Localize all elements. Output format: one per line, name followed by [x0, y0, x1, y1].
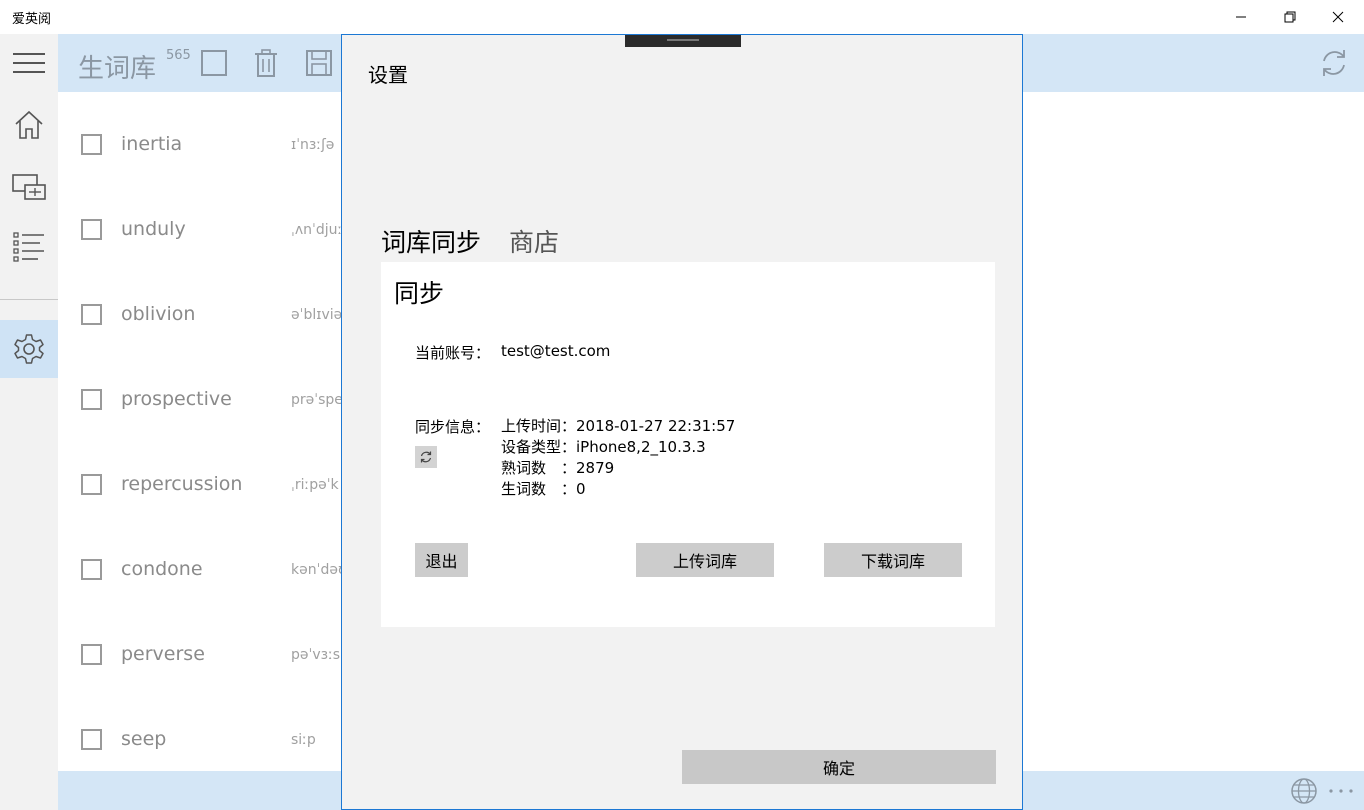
word-row[interactable]: oblivion əˈblɪviə — [58, 262, 348, 347]
minimize-icon — [1236, 16, 1246, 18]
sync-icon — [1323, 50, 1345, 76]
page-title: 生词库 — [78, 54, 157, 84]
title-bar: 爱英阅 — [0, 0, 1364, 34]
globe-icon — [1291, 778, 1317, 804]
word-text: condone — [121, 558, 203, 580]
word-checkbox[interactable] — [81, 559, 102, 580]
sync-info: 上传时间：2018-01-27 22:31:57 设备类型：iPhone8,2_… — [501, 416, 735, 500]
word-row[interactable]: unduly ˌʌnˈdjuː — [58, 177, 348, 262]
drag-handle[interactable] — [625, 35, 741, 47]
list-icon — [13, 232, 44, 262]
minimize-button[interactable] — [1217, 0, 1265, 34]
more-icon — [1329, 789, 1353, 793]
account-label: 当前账号： — [415, 344, 491, 362]
ok-button[interactable]: 确定 — [682, 750, 996, 784]
settings-dialog: 设置 词库同步 商店 同步 当前账号： test@test.com 同步信息： … — [341, 34, 1023, 810]
upload-time: 上传时间：2018-01-27 22:31:57 — [501, 417, 736, 435]
word-text: oblivion — [121, 303, 196, 325]
word-phonetic: kənˈdəʊ — [291, 562, 347, 578]
word-checkbox[interactable] — [81, 219, 102, 240]
refresh-sync-button[interactable] — [415, 446, 437, 468]
sync-panel: 同步 当前账号： test@test.com 同步信息： 上传时间：2018-0… — [381, 262, 995, 627]
trash-icon — [255, 49, 277, 77]
word-phonetic: ˌriːpəˈk — [291, 477, 339, 493]
refresh-icon — [420, 451, 432, 463]
hamburger-button[interactable] — [0, 34, 58, 92]
word-text: prospective — [121, 388, 232, 410]
dialog-title: 设置 — [368, 63, 408, 87]
word-phonetic: ˌʌnˈdjuː — [291, 222, 343, 238]
delete-button[interactable] — [251, 48, 281, 78]
word-checkbox[interactable] — [81, 729, 102, 750]
word-text: repercussion — [121, 473, 243, 495]
tab-store[interactable]: 商店 — [509, 223, 559, 259]
word-text: inertia — [121, 133, 183, 155]
word-row[interactable]: inertia ɪˈnɜːʃə — [58, 92, 348, 177]
select-all-button[interactable] — [199, 48, 229, 78]
device-type: 设备类型：iPhone8,2_10.3.3 — [501, 438, 706, 456]
word-count-badge: 565 — [166, 48, 191, 63]
save-icon — [306, 50, 332, 76]
restore-icon — [1284, 11, 1296, 23]
sidebar — [0, 34, 58, 810]
word-text: unduly — [121, 218, 186, 240]
word-phonetic: pəˈvɜːs — [291, 647, 341, 663]
download-vocab-button[interactable]: 下载词库 — [824, 543, 962, 577]
tab-sync[interactable]: 词库同步 — [381, 223, 481, 259]
app-title: 爱英阅 — [12, 12, 52, 27]
word-checkbox[interactable] — [81, 389, 102, 410]
nav-dictionary[interactable] — [0, 158, 58, 216]
sync-button[interactable] — [1319, 48, 1349, 78]
sync-info-label: 同步信息： — [415, 418, 491, 436]
home-icon — [15, 110, 43, 139]
nav-home[interactable] — [0, 96, 58, 154]
nav-settings[interactable] — [0, 320, 58, 378]
logout-button[interactable]: 退出 — [415, 543, 468, 577]
word-row[interactable]: repercussion ˌriːpəˈk — [58, 432, 348, 517]
known-words-count: 熟词数 ：2879 — [501, 459, 615, 477]
word-phonetic: prəˈspe — [291, 392, 343, 408]
language-button[interactable] — [1290, 777, 1318, 805]
save-button[interactable] — [304, 48, 334, 78]
word-checkbox[interactable] — [81, 474, 102, 495]
gear-icon — [14, 334, 44, 364]
word-phonetic: ɪˈnɜːʃə — [291, 137, 335, 153]
close-button[interactable] — [1314, 0, 1362, 34]
sidebar-divider — [0, 299, 58, 300]
word-checkbox[interactable] — [81, 644, 102, 665]
word-checkbox[interactable] — [81, 134, 102, 155]
word-row[interactable]: condone kənˈdəʊ — [58, 517, 348, 602]
word-row[interactable]: perverse pəˈvɜːs — [58, 602, 348, 687]
word-phonetic: siːp — [291, 732, 316, 748]
checkbox-icon — [201, 50, 227, 76]
dictionary-icon — [12, 174, 46, 200]
word-list: inertia ɪˈnɜːʃə unduly ˌʌnˈdjuː oblivion… — [58, 92, 348, 771]
word-text: seep — [121, 728, 167, 750]
new-words-count: 生词数 ：0 — [501, 480, 586, 498]
word-row[interactable]: prospective prəˈspe — [58, 347, 348, 432]
hamburger-icon — [13, 53, 45, 73]
restore-button[interactable] — [1266, 0, 1314, 34]
nav-list[interactable] — [0, 217, 58, 275]
word-phonetic: əˈblɪviə — [291, 307, 343, 323]
panel-title: 同步 — [394, 279, 445, 308]
more-button[interactable] — [1326, 779, 1356, 803]
close-icon — [1332, 11, 1344, 23]
word-row[interactable]: seep siːp — [58, 687, 348, 771]
drag-handle-grip — [667, 39, 699, 41]
upload-vocab-button[interactable]: 上传词库 — [636, 543, 774, 577]
word-text: perverse — [121, 643, 205, 665]
account-value: test@test.com — [501, 342, 611, 360]
word-checkbox[interactable] — [81, 304, 102, 325]
